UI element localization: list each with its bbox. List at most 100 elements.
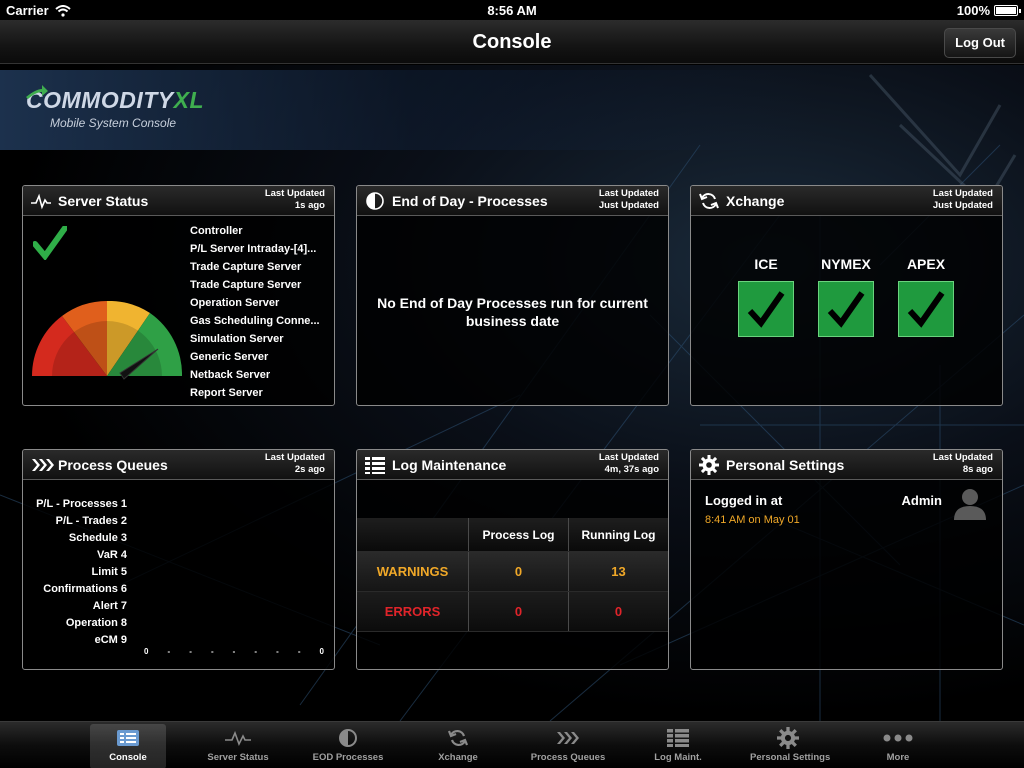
panel-title: Process Queues bbox=[58, 457, 168, 473]
server-item: Trade Capture Server bbox=[190, 279, 302, 291]
last-updated-label: Last Updated bbox=[264, 188, 325, 199]
axis-end: 0 bbox=[319, 647, 324, 656]
tab-server-status[interactable]: Server Status bbox=[200, 724, 276, 768]
server-list: Controller P/L Server Intraday-[4]... Tr… bbox=[190, 222, 330, 402]
last-updated: Last Updated 8s ago bbox=[933, 452, 993, 476]
last-updated-value: Just Updated bbox=[932, 200, 993, 211]
xchange-panel[interactable]: Xchange Last Updated Just Updated ICE NY… bbox=[690, 185, 1003, 406]
panel-title: Log Maintenance bbox=[392, 457, 507, 473]
tab-process-queues[interactable]: Process Queues bbox=[530, 724, 606, 768]
axis-tick: - bbox=[167, 647, 171, 656]
queue-item: VaR 4 bbox=[97, 549, 127, 561]
queue-axis: 0 - - - - - - - 0 bbox=[144, 647, 324, 656]
check-icon bbox=[907, 291, 945, 328]
panel-header: Log Maintenance Last Updated 4m, 37s ago bbox=[357, 450, 668, 480]
tab-label: EOD Processes bbox=[312, 752, 384, 763]
tab-label: Console bbox=[109, 752, 147, 763]
axis-tick: - bbox=[189, 647, 192, 656]
tab-more[interactable]: More bbox=[860, 724, 936, 768]
panel-title: Xchange bbox=[726, 193, 785, 209]
axis-tick: - bbox=[232, 647, 236, 656]
tab-personal-settings[interactable]: Personal Settings bbox=[750, 724, 830, 768]
battery-percent: 100% bbox=[956, 3, 990, 18]
last-updated-label: Last Updated bbox=[932, 452, 993, 463]
server-item: Simulation Server bbox=[190, 333, 284, 345]
exchange-nymex[interactable]: NYMEX bbox=[818, 256, 874, 337]
list-icon bbox=[667, 729, 689, 747]
table-row-warnings: WARNINGS 0 13 bbox=[357, 552, 668, 592]
process-queues-panel[interactable]: Process Queues Last Updated 2s ago P/L -… bbox=[22, 449, 335, 670]
eod-processes-panel[interactable]: End of Day - Processes Last Updated Just… bbox=[356, 185, 669, 406]
axis-start: 0 bbox=[144, 647, 149, 656]
axis-tick: - bbox=[254, 647, 258, 656]
last-updated-label: Last Updated bbox=[598, 452, 659, 463]
queue-item: eCM 9 bbox=[94, 634, 127, 646]
avatar-icon bbox=[954, 489, 986, 520]
tab-label: Process Queues bbox=[530, 752, 606, 763]
server-item: P/L Server Intraday-[4]... bbox=[190, 243, 317, 255]
health-gauge bbox=[32, 301, 182, 380]
column-header-running-log: Running Log bbox=[581, 527, 656, 542]
pulse-icon bbox=[225, 730, 251, 746]
axis-tick: - bbox=[210, 647, 214, 656]
exchange-apex[interactable]: APEX bbox=[898, 256, 954, 337]
exchange-status bbox=[898, 281, 954, 337]
panel-title: Server Status bbox=[58, 193, 149, 209]
last-updated: Last Updated 2s ago bbox=[265, 452, 325, 476]
axis-tick: - bbox=[276, 647, 279, 656]
server-item: Generic Server bbox=[190, 351, 269, 363]
table-row-errors: ERRORS 0 0 bbox=[357, 592, 668, 632]
check-icon bbox=[33, 226, 67, 260]
panel-header: Xchange Last Updated Just Updated bbox=[691, 186, 1002, 216]
exchange-status bbox=[818, 281, 874, 337]
last-updated-value: 1s ago bbox=[294, 200, 325, 211]
queue-list: P/L - Processes 1 P/L - Trades 2 Schedul… bbox=[33, 496, 127, 649]
check-icon bbox=[747, 291, 785, 328]
tab-label: Server Status bbox=[207, 752, 269, 763]
server-status-panel[interactable]: Server Status Last Updated 1s ago Contro… bbox=[22, 185, 335, 406]
log-table: Process Log Running Log WARNINGS 0 13 ER… bbox=[357, 518, 668, 632]
gear-icon bbox=[777, 727, 799, 749]
battery-icon bbox=[994, 5, 1021, 16]
server-item: Controller bbox=[190, 225, 243, 237]
queue-item: Alert 7 bbox=[92, 600, 127, 612]
tab-bar: Console Server Status EOD Processes Xcha… bbox=[0, 721, 1024, 768]
running-log-count: 0 bbox=[614, 604, 623, 619]
panel-header: Server Status Last Updated 1s ago bbox=[23, 186, 334, 216]
tab-eod-processes[interactable]: EOD Processes bbox=[310, 724, 386, 768]
half-circle-icon bbox=[366, 192, 384, 210]
panel-header: Process Queues Last Updated 2s ago bbox=[23, 450, 334, 480]
exchange-label: NYMEX bbox=[821, 256, 871, 272]
table-header-empty bbox=[357, 518, 469, 551]
row-label: WARNINGS bbox=[357, 552, 469, 591]
row-label: ERRORS bbox=[357, 592, 469, 631]
logout-button[interactable]: Log Out bbox=[944, 28, 1016, 58]
last-updated: Last Updated 1s ago bbox=[265, 188, 325, 212]
tab-xchange[interactable]: Xchange bbox=[420, 724, 496, 768]
eod-message: No End of Day Processes run for current … bbox=[377, 295, 648, 329]
personal-settings-panel[interactable]: Personal Settings Last Updated 8s ago Lo… bbox=[690, 449, 1003, 670]
exchange-ice[interactable]: ICE bbox=[738, 256, 794, 337]
server-item: Trade Capture Server bbox=[190, 261, 302, 273]
status-bar: Carrier 8:56 AM 100% bbox=[0, 0, 1024, 20]
tab-label: Xchange bbox=[438, 752, 478, 763]
panel-header: End of Day - Processes Last Updated Just… bbox=[357, 186, 668, 216]
queue-item: Confirmations 6 bbox=[43, 583, 127, 595]
check-icon bbox=[827, 291, 865, 328]
gear-icon bbox=[699, 455, 719, 475]
axis-tick: - bbox=[297, 647, 301, 656]
more-icon bbox=[883, 734, 913, 742]
last-updated-label: Last Updated bbox=[598, 188, 659, 199]
console-icon bbox=[117, 730, 139, 746]
tab-log-maint[interactable]: Log Maint. bbox=[640, 724, 716, 768]
queue-item: P/L - Processes 1 bbox=[36, 498, 127, 510]
last-updated-label: Last Updated bbox=[932, 188, 993, 199]
log-maintenance-panel[interactable]: Log Maintenance Last Updated 4m, 37s ago… bbox=[356, 449, 669, 670]
sync-icon bbox=[699, 193, 719, 209]
chevrons-icon bbox=[32, 459, 54, 471]
logged-in-label: Logged in at bbox=[705, 493, 783, 508]
queue-item: Schedule 3 bbox=[68, 532, 127, 544]
tab-console[interactable]: Console bbox=[90, 724, 166, 768]
battery-info: 100% bbox=[956, 3, 1021, 18]
last-updated-value: 2s ago bbox=[294, 464, 325, 475]
